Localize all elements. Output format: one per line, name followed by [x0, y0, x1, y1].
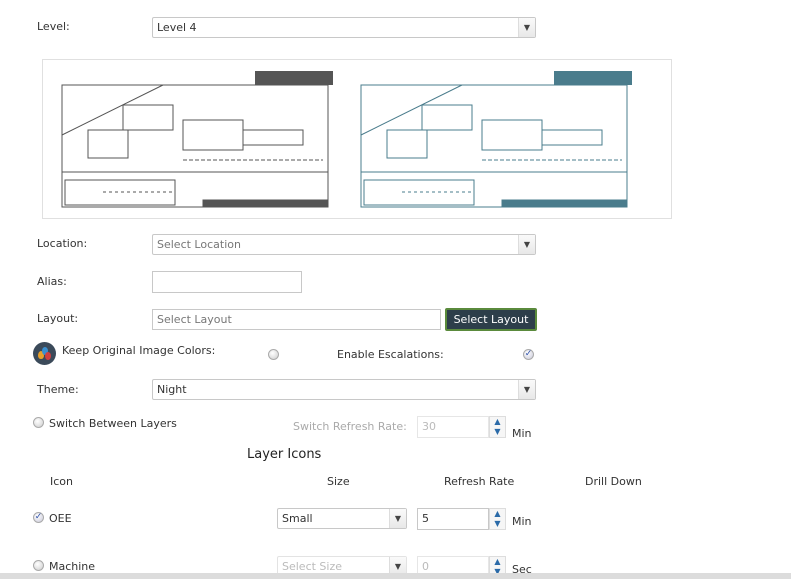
alias-input[interactable]	[152, 271, 302, 293]
layout-input[interactable]: Select Layout	[152, 309, 441, 330]
original-floor-plan	[61, 71, 333, 208]
themed-floor-plan	[360, 71, 632, 208]
theme-select[interactable]: Night ▼	[152, 379, 536, 400]
layer-icons-title: Layer Icons	[247, 447, 322, 462]
header-drill-down: Drill Down	[585, 475, 642, 488]
chevron-down-icon: ▼	[518, 380, 535, 399]
location-placeholder: Select Location	[157, 238, 241, 251]
escalations-checkbox[interactable]: ✓	[523, 349, 534, 360]
oee-size-value: Small	[282, 512, 313, 525]
switch-rate-unit: Min	[512, 427, 532, 440]
location-label: Location:	[37, 237, 88, 250]
header-icon: Icon	[50, 475, 73, 488]
color-drops-icon	[33, 342, 56, 365]
layout-preview	[42, 59, 672, 219]
switch-rate-spinner[interactable]: ▲ ▼	[489, 416, 506, 438]
theme-label: Theme:	[37, 383, 79, 396]
oee-label: OEE	[49, 512, 72, 525]
select-layout-button[interactable]: Select Layout	[445, 308, 537, 331]
level-value: Level 4	[157, 21, 197, 34]
switch-rate-input[interactable]: 30	[417, 416, 489, 438]
machine-label: Machine	[49, 560, 96, 573]
level-select[interactable]: Level 4 ▼	[152, 17, 536, 38]
chevron-down-icon: ▼	[389, 509, 406, 528]
keep-colors-label: Keep Original Image Colors:	[62, 344, 216, 357]
alias-label: Alias:	[37, 275, 67, 288]
theme-value: Night	[157, 383, 187, 396]
chevron-down-icon: ▼	[518, 235, 535, 254]
level-label: Level:	[37, 20, 70, 33]
oee-rate-input[interactable]: 5	[417, 508, 489, 530]
switch-layers-label: Switch Between Layers	[49, 417, 177, 430]
escalations-label: Enable Escalations:	[337, 348, 444, 361]
switch-layers-radio[interactable]	[33, 417, 44, 428]
machine-size-value: Select Size	[282, 560, 343, 573]
header-size: Size	[327, 475, 350, 488]
horizontal-scrollbar[interactable]	[0, 573, 791, 579]
keep-colors-radio[interactable]	[268, 349, 279, 360]
oee-rate-unit: Min	[512, 515, 532, 528]
floor-plan-previews	[61, 71, 632, 208]
oee-checkbox[interactable]: ✓	[33, 512, 44, 523]
switch-rate-label: Switch Refresh Rate:	[293, 420, 407, 433]
header-refresh-rate: Refresh Rate	[444, 475, 515, 488]
layout-label: Layout:	[37, 312, 79, 325]
location-select[interactable]: Select Location ▼	[152, 234, 536, 255]
oee-size-select[interactable]: Small ▼	[277, 508, 407, 529]
chevron-down-icon: ▼	[518, 18, 535, 37]
machine-checkbox[interactable]	[33, 560, 44, 571]
oee-rate-spinner[interactable]: ▲ ▼	[489, 508, 506, 530]
